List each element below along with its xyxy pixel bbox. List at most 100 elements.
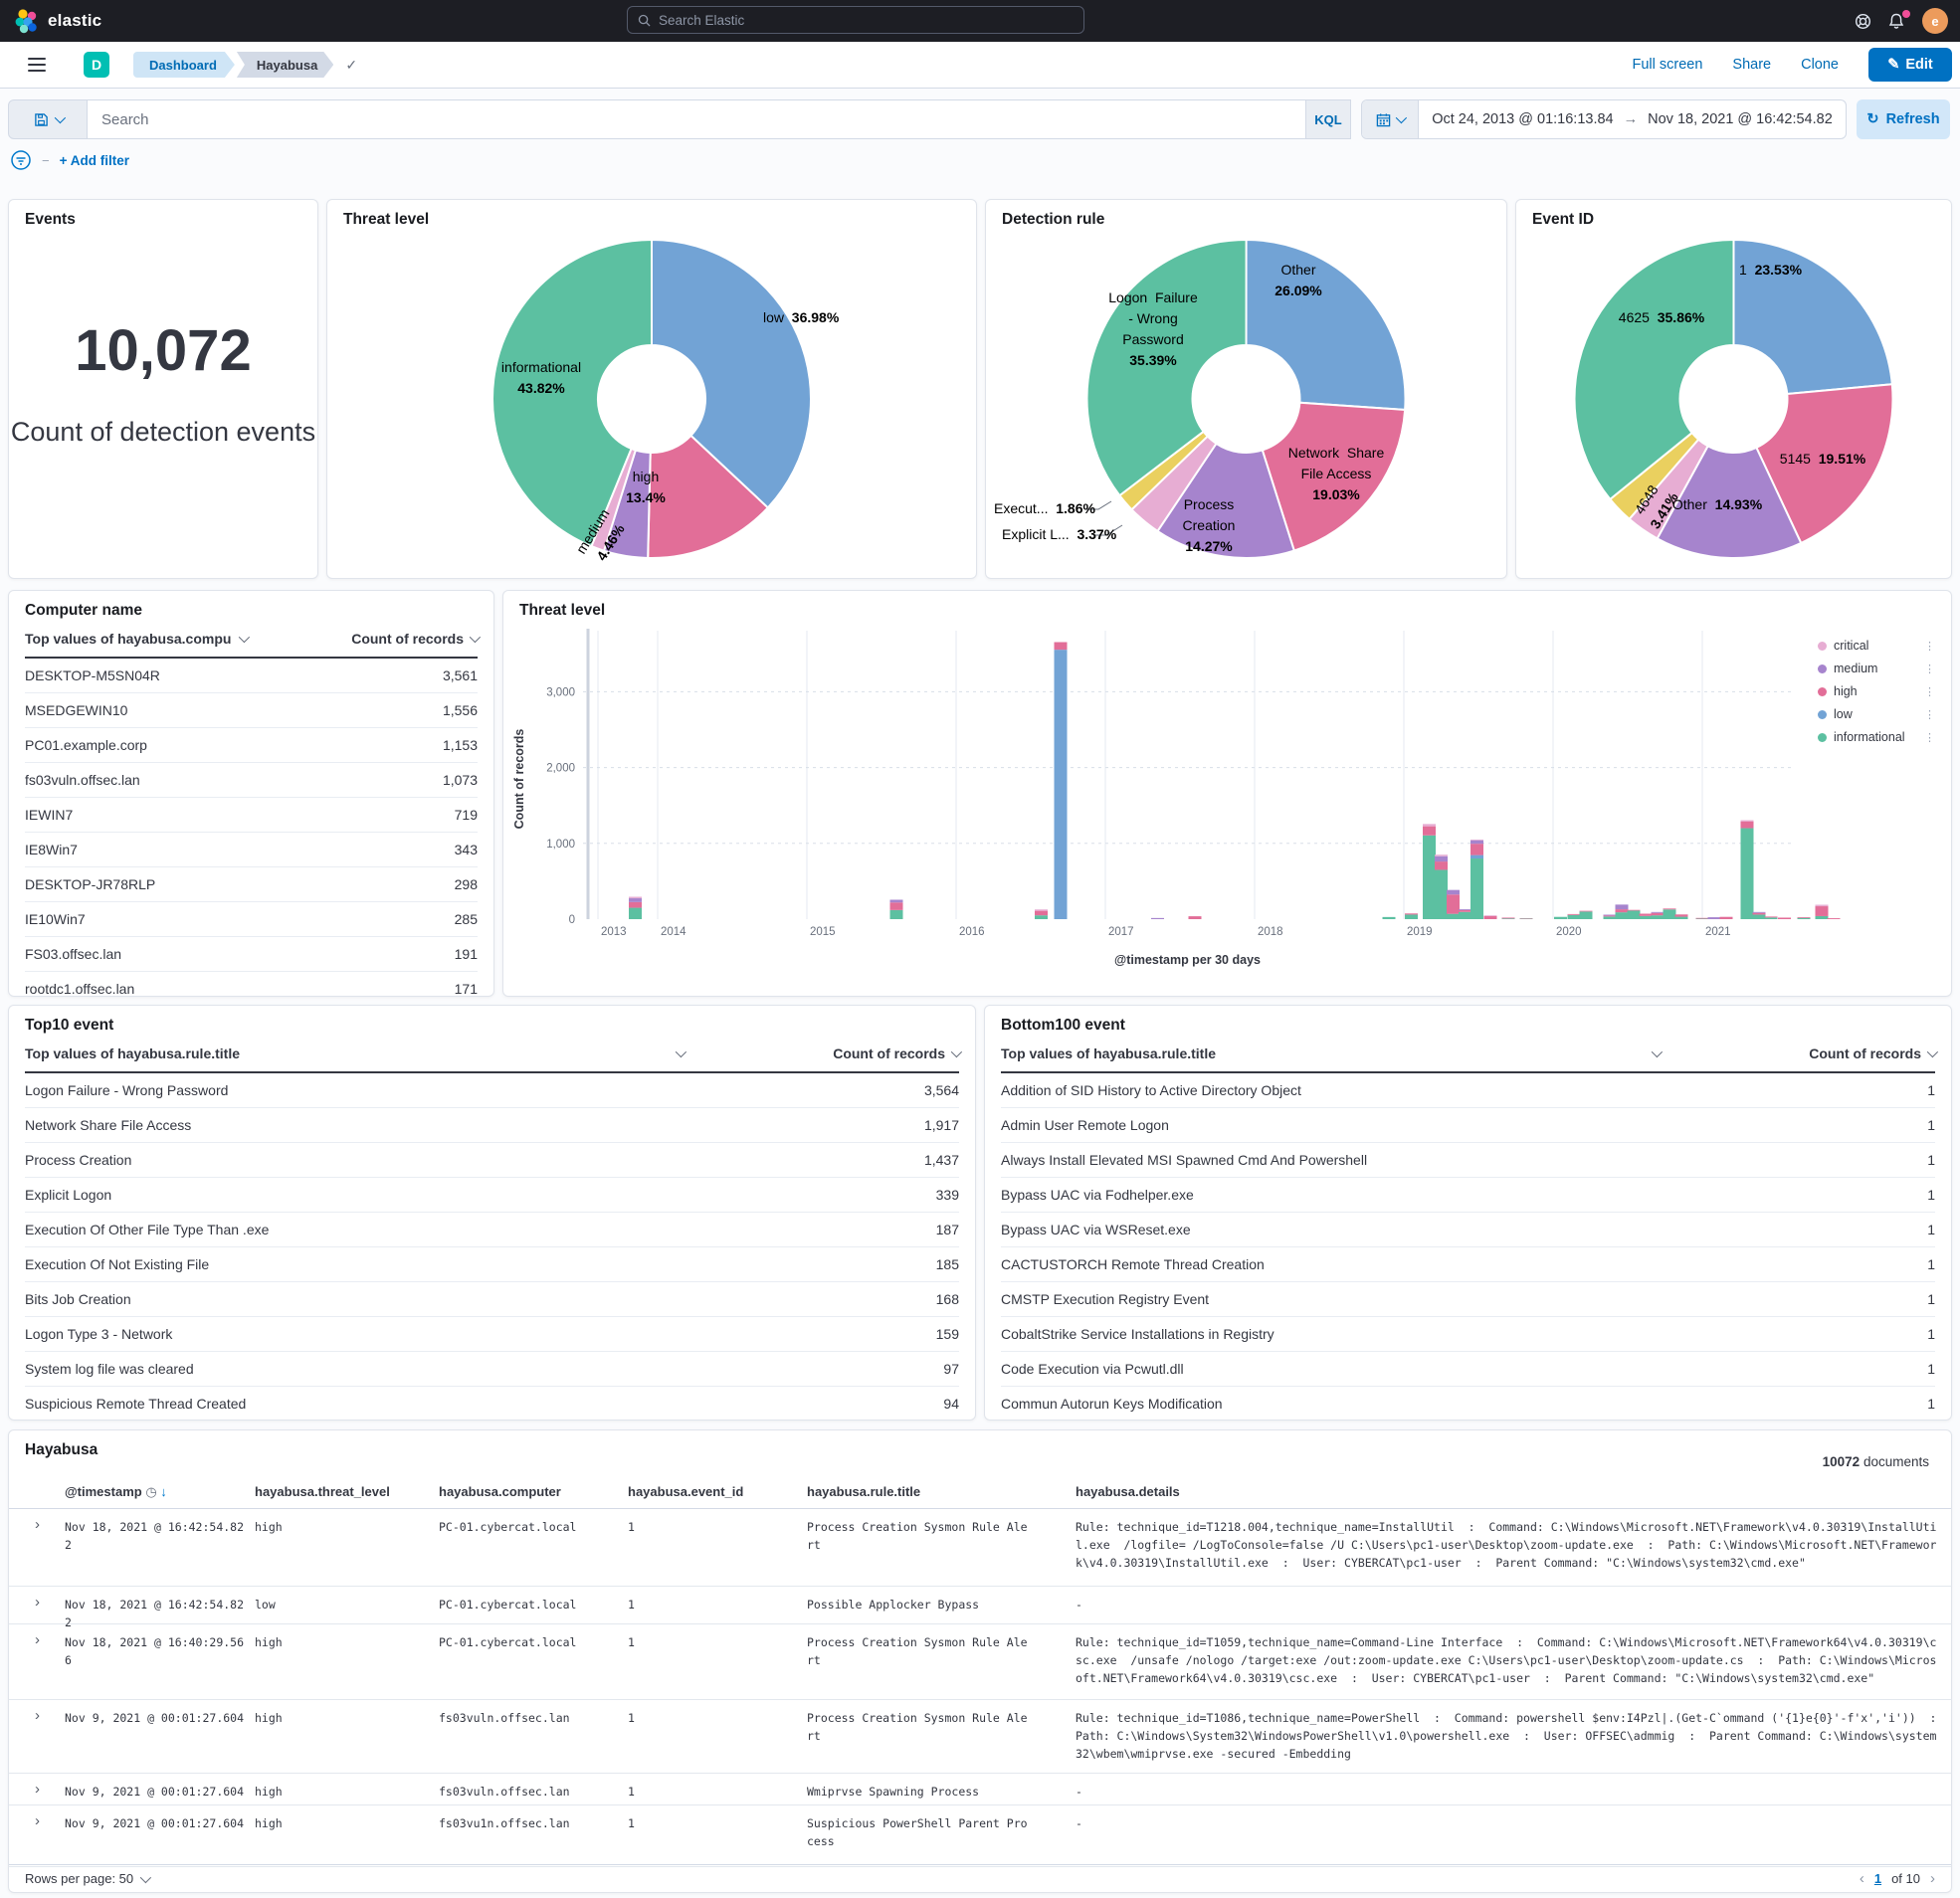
bar-segment[interactable] <box>1675 914 1688 916</box>
dashboard-app-badge[interactable]: D <box>84 52 109 78</box>
menu-hamburger-icon[interactable] <box>28 58 46 72</box>
table-row[interactable]: Explicit Logon339 <box>25 1178 959 1213</box>
expand-row-icon[interactable]: › <box>35 1707 40 1724</box>
expand-row-icon[interactable]: › <box>35 1781 40 1798</box>
row-value[interactable]: 185 <box>936 1256 959 1272</box>
bar-segment[interactable] <box>1035 915 1048 919</box>
row-label[interactable]: Bypass UAC via Fodhelper.exe <box>1001 1187 1194 1203</box>
bar-segment[interactable] <box>1778 917 1791 919</box>
row-label[interactable]: fs03vuln.offsec.lan <box>25 772 140 788</box>
row-value[interactable]: 298 <box>455 876 478 892</box>
row-label[interactable]: Bits Job Creation <box>25 1291 131 1307</box>
bar-segment[interactable] <box>1616 904 1629 909</box>
row-value[interactable]: 94 <box>943 1396 959 1412</box>
row-label[interactable]: Execution Of Other File Type Than .exe <box>25 1222 269 1237</box>
current-page[interactable]: 1 <box>1874 1871 1881 1886</box>
bar-segment[interactable] <box>629 908 642 919</box>
bar-segment[interactable] <box>1640 914 1653 916</box>
row-value[interactable]: 1 <box>1927 1326 1935 1342</box>
bar-segment[interactable] <box>1616 909 1629 912</box>
row-value[interactable]: 1 <box>1927 1082 1935 1098</box>
help-icon[interactable] <box>1855 13 1874 30</box>
table-row[interactable]: CobaltStrike Service Installations in Re… <box>1001 1317 1935 1352</box>
bar-segment[interactable] <box>1568 914 1581 915</box>
row-label[interactable]: Admin User Remote Logon <box>1001 1117 1169 1133</box>
bar-segment[interactable] <box>1741 829 1754 919</box>
row-value[interactable]: 1,556 <box>443 702 478 718</box>
table-row[interactable]: System log file was cleared97 <box>25 1352 959 1387</box>
bar-segment[interactable] <box>1708 917 1721 919</box>
avatar[interactable]: e <box>1922 8 1948 34</box>
bar-segment[interactable] <box>1753 914 1766 919</box>
bar-segment[interactable] <box>1741 822 1754 829</box>
table-row[interactable]: Execution Of Other File Type Than .exe18… <box>25 1213 959 1247</box>
row-value[interactable]: 339 <box>936 1187 959 1203</box>
row-label[interactable]: Always Install Elevated MSI Spawned Cmd … <box>1001 1152 1367 1168</box>
date-from[interactable]: Oct 24, 2013 @ 01:16:13.84 <box>1432 111 1613 127</box>
table-row[interactable]: Bypass UAC via WSReset.exe1 <box>1001 1213 1935 1247</box>
bar-segment[interactable] <box>1035 909 1048 910</box>
row-label[interactable]: Process Creation <box>25 1152 131 1168</box>
bar-segment[interactable] <box>1459 912 1471 919</box>
table-row[interactable]: fs03vuln.offsec.lan 1,073 <box>25 763 478 798</box>
row-label[interactable]: Execution Of Not Existing File <box>25 1256 209 1272</box>
table-row[interactable]: PC01.example.corp1,153 <box>25 728 478 763</box>
bar-segment[interactable] <box>1447 890 1460 895</box>
row-value[interactable]: 171 <box>455 981 478 997</box>
bar-segment[interactable] <box>1798 917 1811 918</box>
row-value[interactable]: 1,437 <box>924 1152 959 1168</box>
table-row[interactable]: Network Share File Access1,917 <box>25 1108 959 1143</box>
chevron-down-icon[interactable] <box>676 1046 686 1057</box>
calendar-button[interactable] <box>1362 100 1419 138</box>
row-value[interactable]: 1 <box>1927 1291 1935 1307</box>
breadcrumb-hayabusa[interactable]: Hayabusa <box>237 52 333 78</box>
column-header[interactable]: Top values of hayabusa.compu <box>25 631 231 647</box>
threat-level-bar-chart[interactable]: 20132014201520162017201820192020202101,0… <box>503 591 1951 996</box>
column-header[interactable]: Top values of hayabusa.rule.title <box>25 1045 240 1061</box>
expand-row-icon[interactable]: › <box>35 1516 40 1533</box>
row-label[interactable]: Logon Type 3 - Network <box>25 1326 172 1342</box>
bar-segment[interactable] <box>1828 918 1841 919</box>
row-label[interactable]: MSEDGEWIN10 <box>25 702 127 718</box>
threat-level-donut-chart[interactable] <box>327 200 976 578</box>
table-row[interactable]: DESKTOP-M5SN04R3,561 <box>25 659 478 693</box>
row-value[interactable]: 1 <box>1927 1222 1935 1237</box>
row-value[interactable]: 1 <box>1927 1187 1935 1203</box>
table-row[interactable]: DESKTOP-JR78RLP298 <box>25 867 478 902</box>
table-row[interactable]: Admin User Remote Logon1 <box>1001 1108 1935 1143</box>
edit-button[interactable]: ✎Edit <box>1868 48 1952 82</box>
bar-segment[interactable] <box>1816 906 1829 916</box>
bar-segment[interactable] <box>1470 855 1483 858</box>
row-value[interactable]: 1,153 <box>443 737 478 753</box>
column-header[interactable]: Count of records <box>351 631 464 647</box>
table-row[interactable]: rootdc1.offsec.lan171 <box>25 972 478 1006</box>
bar-segment[interactable] <box>1568 915 1581 919</box>
bar-segment[interactable] <box>1035 911 1048 916</box>
legend-label[interactable]: medium <box>1834 662 1877 675</box>
date-to[interactable]: Nov 18, 2021 @ 16:42:54.82 <box>1648 111 1833 127</box>
legend-item-medium[interactable]: medium⋮ <box>1818 662 1935 675</box>
bar-segment[interactable] <box>1151 918 1164 919</box>
bar-segment[interactable] <box>1816 905 1829 907</box>
table-row[interactable]: Commun Autorun Keys Modification1 <box>1001 1387 1935 1421</box>
bar-segment[interactable] <box>1604 915 1617 916</box>
bar-segment[interactable] <box>1652 913 1665 915</box>
bar-segment[interactable] <box>1189 916 1202 919</box>
row-value[interactable]: 1,073 <box>443 772 478 788</box>
legend-item-critical[interactable]: critical⋮ <box>1818 639 1935 653</box>
row-label[interactable]: CobaltStrike Service Installations in Re… <box>1001 1326 1274 1342</box>
chevron-down-icon[interactable] <box>239 632 250 643</box>
bar-segment[interactable] <box>1435 869 1448 919</box>
table-row[interactable]: Bits Job Creation168 <box>25 1282 959 1317</box>
bar-segment[interactable] <box>1435 861 1448 869</box>
row-value[interactable]: 3,561 <box>443 667 478 683</box>
bar-segment[interactable] <box>1423 824 1436 826</box>
breadcrumb-dashboard[interactable]: Dashboard <box>133 52 235 78</box>
notifications-bell-icon[interactable] <box>1888 13 1908 30</box>
row-label[interactable]: CMSTP Execution Registry Event <box>1001 1291 1209 1307</box>
bar-segment[interactable] <box>1798 918 1811 919</box>
next-page-button[interactable]: › <box>1930 1870 1935 1887</box>
bar-segment[interactable] <box>890 910 903 919</box>
doc-column-header[interactable]: hayabusa.threat_level <box>255 1484 390 1499</box>
legend-options-icon[interactable]: ⋮ <box>1924 685 1935 698</box>
